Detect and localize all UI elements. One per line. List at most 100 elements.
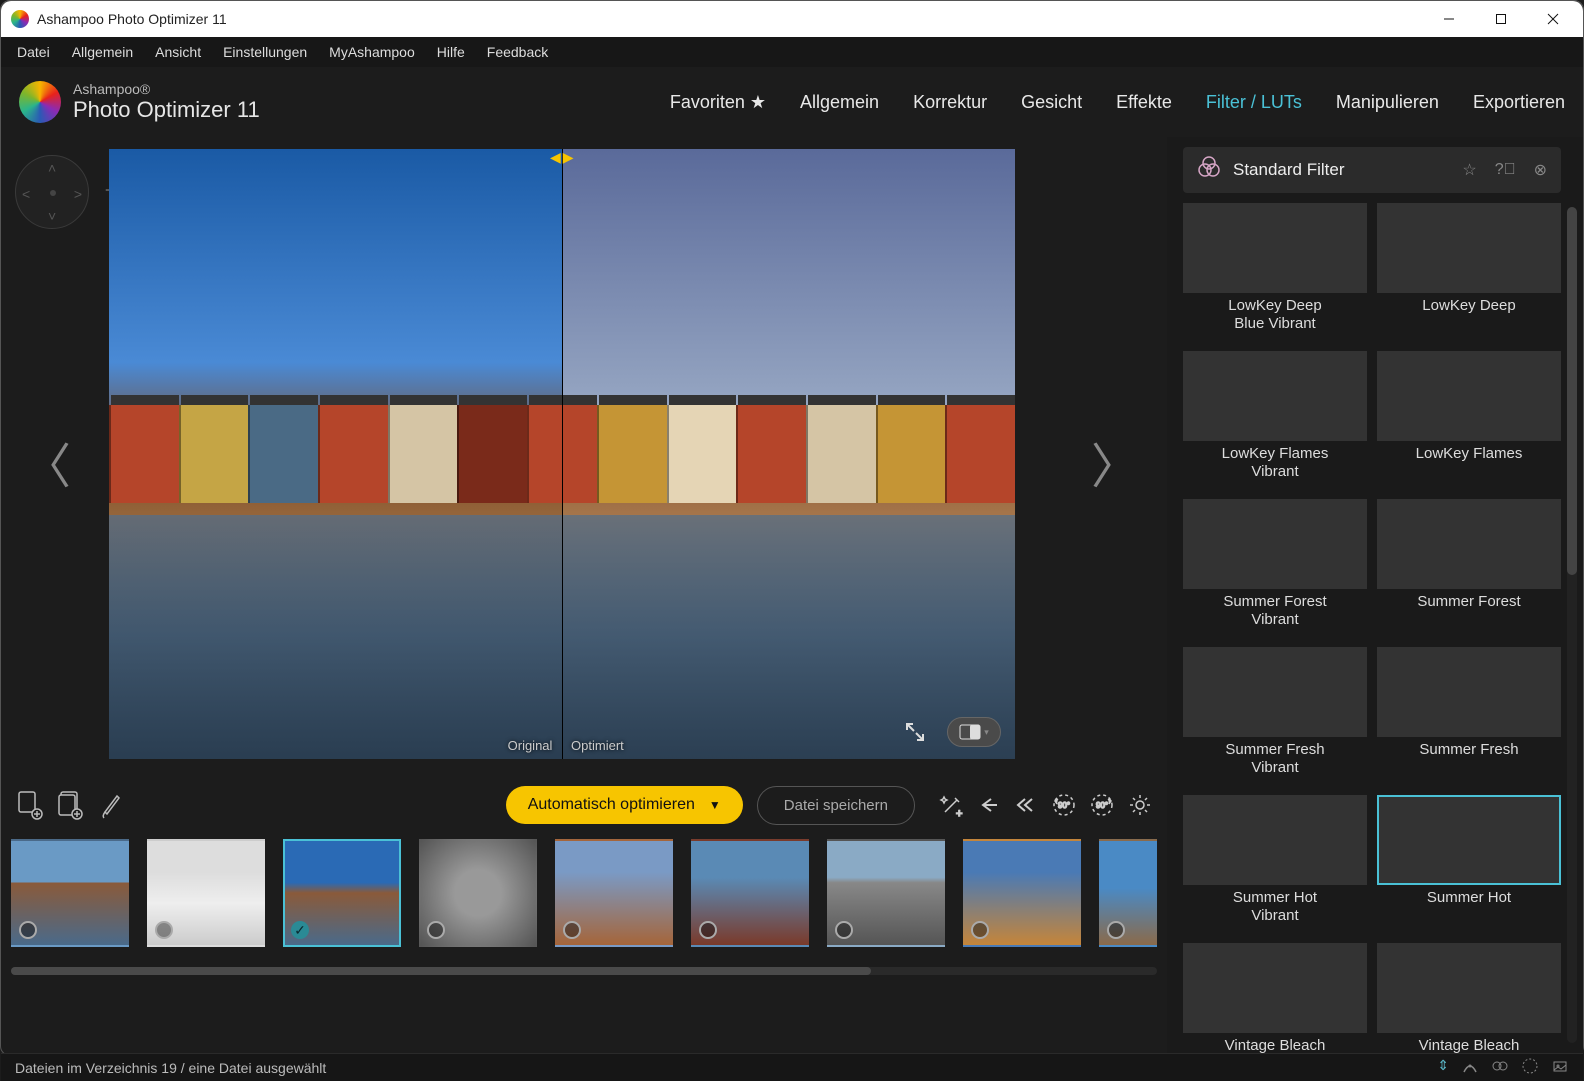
window-title: Ashampoo Photo Optimizer 11 bbox=[37, 11, 1423, 27]
thumbnail[interactable] bbox=[555, 839, 673, 947]
thumbnail[interactable] bbox=[963, 839, 1081, 947]
gear-icon[interactable] bbox=[1127, 792, 1153, 818]
filter-item[interactable]: Summer Hot bbox=[1377, 795, 1561, 925]
next-image-button[interactable]: 〉 bbox=[1091, 427, 1139, 497]
tab-manipulieren[interactable]: Manipulieren bbox=[1336, 92, 1439, 113]
filter-label: LowKey Flames Vibrant bbox=[1183, 445, 1367, 481]
tool-icon-1[interactable] bbox=[1461, 1057, 1479, 1078]
undo-icon[interactable] bbox=[977, 793, 1001, 817]
tool-icon-4[interactable] bbox=[1551, 1057, 1569, 1078]
tool-icon-2[interactable] bbox=[1491, 1057, 1509, 1078]
filter-label: Summer Hot bbox=[1377, 889, 1561, 907]
thumbnail[interactable] bbox=[827, 839, 945, 947]
app-icon bbox=[11, 10, 29, 28]
close-panel-icon[interactable]: ⊗ bbox=[1534, 160, 1547, 180]
menu-datei[interactable]: Datei bbox=[7, 40, 60, 64]
maximize-button[interactable] bbox=[1475, 1, 1527, 37]
close-button[interactable] bbox=[1527, 1, 1579, 37]
chevron-down-icon: ▼ bbox=[709, 798, 721, 812]
rotate-right-icon[interactable]: 90° bbox=[1089, 792, 1115, 818]
pan-up-icon[interactable]: ˄ bbox=[48, 160, 56, 176]
filter-label: Summer Fresh bbox=[1377, 741, 1561, 759]
thumbnail[interactable] bbox=[147, 839, 265, 947]
fullscreen-button[interactable] bbox=[893, 717, 937, 747]
menu-feedback[interactable]: Feedback bbox=[477, 40, 558, 64]
filter-item[interactable]: LowKey Flames Vibrant bbox=[1183, 351, 1367, 481]
tab-filter-luts[interactable]: Filter / LUTs bbox=[1206, 92, 1302, 113]
tab-korrektur[interactable]: Korrektur bbox=[913, 92, 987, 113]
menu-ansicht[interactable]: Ansicht bbox=[145, 40, 211, 64]
tab-gesicht[interactable]: Gesicht bbox=[1021, 92, 1082, 113]
menu-einstellungen[interactable]: Einstellungen bbox=[213, 40, 317, 64]
filter-item[interactable]: Summer Forest bbox=[1377, 499, 1561, 629]
help-icon[interactable]: ?⃝ bbox=[1495, 161, 1516, 179]
thumbnail-strip: ✓ bbox=[11, 839, 1157, 959]
menu-hilfe[interactable]: Hilfe bbox=[427, 40, 475, 64]
compare-mode-button[interactable]: ▾ bbox=[947, 717, 1001, 747]
thumbnail[interactable] bbox=[11, 839, 129, 947]
status-text: Dateien im Verzeichnis 19 / eine Datei a… bbox=[15, 1060, 326, 1076]
filter-label: Summer Fresh Vibrant bbox=[1183, 741, 1367, 777]
thumbnail[interactable] bbox=[691, 839, 809, 947]
compare-handle[interactable]: ◀▶ bbox=[550, 149, 574, 166]
filter-item[interactable]: LowKey Flames bbox=[1377, 351, 1561, 481]
filter-label: Vintage Bleach Vibrant bbox=[1183, 1037, 1367, 1053]
add-folder-icon[interactable] bbox=[57, 790, 85, 820]
tab-effekte[interactable]: Effekte bbox=[1116, 92, 1172, 113]
filter-item[interactable]: Vintage Bleach Vibrant bbox=[1183, 943, 1367, 1053]
brush-icon[interactable] bbox=[99, 790, 125, 820]
save-file-button[interactable]: Datei speichern bbox=[757, 786, 915, 825]
resize-v-icon[interactable]: ⇕ bbox=[1437, 1057, 1449, 1078]
filter-label: LowKey Flames bbox=[1377, 445, 1561, 463]
tab-exportieren[interactable]: Exportieren bbox=[1473, 92, 1565, 113]
pan-left-icon[interactable]: ˂ bbox=[22, 186, 30, 202]
pan-right-icon[interactable]: ˃ bbox=[74, 186, 82, 202]
menu-allgemein[interactable]: Allgemein bbox=[62, 40, 143, 64]
compare-divider[interactable] bbox=[562, 149, 563, 759]
tool-icon-3[interactable] bbox=[1521, 1057, 1539, 1078]
pan-center-icon bbox=[50, 190, 56, 196]
menu-myashampoo[interactable]: MyAshampoo bbox=[319, 40, 425, 64]
filter-label: LowKey Deep bbox=[1377, 297, 1561, 315]
auto-optimize-button[interactable]: Automatisch optimieren▼ bbox=[506, 786, 743, 824]
tab-favoriten[interactable]: Favoriten ★ bbox=[670, 92, 766, 113]
filter-preview bbox=[1183, 943, 1367, 1033]
brand-logo: Ashampoo® Photo Optimizer 11 bbox=[19, 81, 260, 123]
image-preview[interactable]: ◀▶ Original Optimiert ▾ bbox=[109, 149, 1015, 759]
undo-all-icon[interactable] bbox=[1013, 793, 1039, 817]
viewer-panel: ˄ ˅ ˂ ˃ − + 〈 〉 ◀▶ Original Optimiert ▾ bbox=[1, 137, 1167, 1053]
thumbnail[interactable] bbox=[419, 839, 537, 947]
prev-image-button[interactable]: 〈 bbox=[23, 427, 71, 497]
filter-item[interactable]: Summer Hot Vibrant bbox=[1183, 795, 1367, 925]
filter-item[interactable]: Summer Fresh bbox=[1377, 647, 1561, 777]
filter-item[interactable]: LowKey Deep Blue Vibrant bbox=[1183, 203, 1367, 333]
brand-line1: Ashampoo® bbox=[73, 82, 260, 97]
filter-item[interactable]: Summer Forest Vibrant bbox=[1183, 499, 1367, 629]
magic-wand-icon[interactable]: + bbox=[939, 792, 965, 818]
filter-label: Vintage Bleach bbox=[1377, 1037, 1561, 1053]
filter-preview bbox=[1377, 795, 1561, 885]
filter-label: Summer Forest Vibrant bbox=[1183, 593, 1367, 629]
pan-down-icon[interactable]: ˅ bbox=[48, 208, 56, 224]
filter-label: Summer Forest bbox=[1377, 593, 1561, 611]
add-file-icon[interactable] bbox=[15, 790, 43, 820]
thumbnail-scrollbar[interactable] bbox=[11, 967, 1157, 975]
filter-preview bbox=[1183, 795, 1367, 885]
filter-preview bbox=[1183, 351, 1367, 441]
filter-item[interactable]: Vintage Bleach bbox=[1377, 943, 1561, 1053]
thumbnail[interactable] bbox=[1099, 839, 1157, 947]
svg-text:+: + bbox=[956, 808, 962, 818]
minimize-button[interactable] bbox=[1423, 1, 1475, 37]
header: Ashampoo® Photo Optimizer 11 Favoriten ★… bbox=[1, 67, 1583, 137]
tab-allgemein[interactable]: Allgemein bbox=[800, 92, 879, 113]
filter-item[interactable]: LowKey Deep bbox=[1377, 203, 1561, 333]
filter-category-icon bbox=[1197, 155, 1221, 185]
sidebar-scrollbar[interactable] bbox=[1567, 207, 1577, 1043]
menubar: Datei Allgemein Ansicht Einstellungen My… bbox=[1, 37, 1583, 67]
filter-item[interactable]: Summer Fresh Vibrant bbox=[1183, 647, 1367, 777]
favorite-icon[interactable]: ☆ bbox=[1462, 160, 1476, 180]
thumbnail[interactable]: ✓ bbox=[283, 839, 401, 947]
pan-control[interactable]: ˄ ˅ ˂ ˃ bbox=[15, 155, 89, 229]
filter-label: LowKey Deep Blue Vibrant bbox=[1183, 297, 1367, 333]
rotate-left-icon[interactable]: 90° bbox=[1051, 792, 1077, 818]
